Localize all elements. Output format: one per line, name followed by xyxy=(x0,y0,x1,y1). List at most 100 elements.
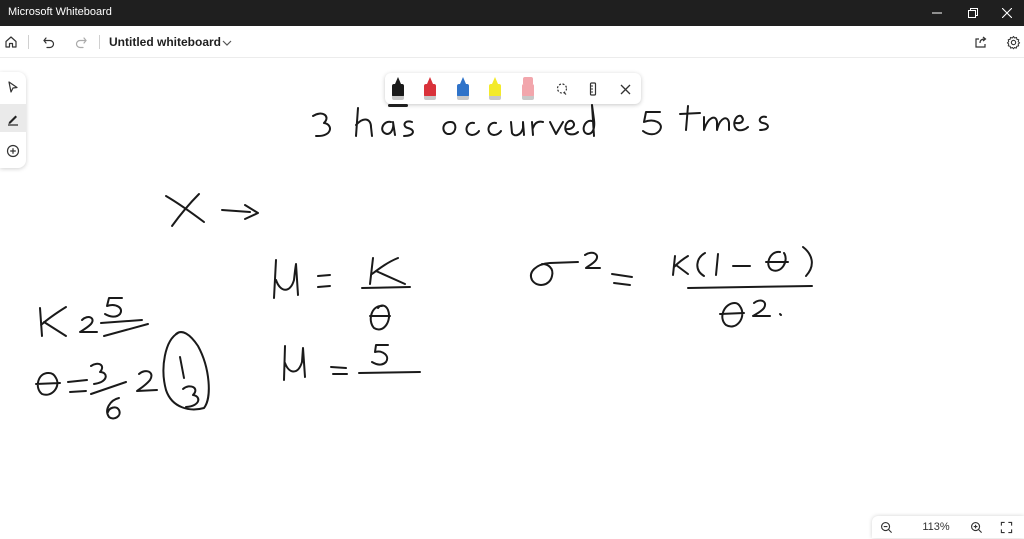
share-button[interactable] xyxy=(969,30,993,54)
minimize-icon xyxy=(932,12,942,14)
zoom-out-button[interactable] xyxy=(874,515,898,539)
red-pen[interactable] xyxy=(423,77,437,103)
ink-stroke xyxy=(90,362,107,385)
zoom-in-button[interactable] xyxy=(964,515,988,539)
window-close-button[interactable] xyxy=(990,0,1024,26)
ink-stroke xyxy=(564,119,579,136)
board-title[interactable]: Untitled whiteboard xyxy=(109,35,221,49)
ink-stroke xyxy=(221,204,259,220)
ink-stroke xyxy=(361,286,411,289)
restore-button[interactable] xyxy=(956,0,990,26)
ink-stroke xyxy=(752,299,771,317)
close-icon xyxy=(620,84,630,94)
ink-stroke xyxy=(104,297,123,318)
ink-stroke xyxy=(779,313,782,316)
pen-tip xyxy=(427,77,433,84)
pen-cap xyxy=(392,96,404,100)
ink-stroke xyxy=(582,104,596,137)
ink-stroke xyxy=(687,285,813,289)
home-button[interactable] xyxy=(0,30,23,54)
minimize-button[interactable] xyxy=(920,0,954,26)
ink-stroke xyxy=(330,366,348,375)
ink-stroke xyxy=(381,120,396,136)
fit-screen-button[interactable] xyxy=(994,515,1018,539)
ink-stroke xyxy=(358,371,421,374)
pen-cap xyxy=(457,96,469,100)
ruler-button[interactable] xyxy=(581,77,605,101)
ink-stroke xyxy=(136,370,158,392)
appbar-divider xyxy=(28,35,29,49)
ink-stroke xyxy=(465,121,480,136)
lasso-button[interactable] xyxy=(550,77,574,101)
pen-cap xyxy=(489,96,501,100)
zoom-in-icon xyxy=(970,521,982,533)
chevron-down-icon[interactable] xyxy=(220,36,234,50)
ink-toolbar xyxy=(385,73,641,107)
pen-tip xyxy=(492,77,498,84)
ink-stroke xyxy=(100,319,149,337)
ink-stroke xyxy=(672,255,689,276)
ink-stroke xyxy=(679,105,701,131)
ink-stroke xyxy=(442,121,457,135)
zoom-controls: 113% xyxy=(872,516,1024,538)
settings-button[interactable] xyxy=(1001,30,1024,54)
ink-stroke xyxy=(182,385,200,408)
ink-stroke xyxy=(510,121,525,137)
ink-stroke xyxy=(758,115,769,131)
yellow-highlighter[interactable] xyxy=(488,77,502,103)
ink-stroke xyxy=(67,379,88,393)
pen-cap xyxy=(522,96,534,100)
ink-stroke xyxy=(765,250,789,272)
undo-icon xyxy=(43,37,55,49)
pen-tip xyxy=(395,77,401,84)
gear-icon xyxy=(1006,35,1020,49)
window-titlebar: Microsoft Whiteboard xyxy=(0,0,1024,26)
ink-stroke xyxy=(719,302,745,328)
ink-stroke xyxy=(171,193,200,227)
ink-stroke xyxy=(355,107,373,137)
ink-stroke xyxy=(39,306,67,337)
ink-stroke xyxy=(312,112,331,138)
ink-stroke xyxy=(696,252,706,277)
ink-stroke xyxy=(369,304,391,331)
zoom-level[interactable]: 113% xyxy=(916,521,956,533)
ink-stroke xyxy=(531,120,544,136)
pen-cap xyxy=(424,96,436,100)
ink-stroke xyxy=(611,273,633,286)
ink-stroke xyxy=(371,344,389,366)
ink-stroke xyxy=(715,253,719,276)
ruler-icon xyxy=(589,82,597,96)
ink-stroke xyxy=(584,251,601,269)
eraser[interactable] xyxy=(521,77,535,103)
ink-stroke xyxy=(530,261,579,286)
close-ink-toolbar-button[interactable] xyxy=(613,77,637,101)
ink-stroke xyxy=(317,274,331,288)
ink-stroke xyxy=(802,246,813,277)
share-icon xyxy=(975,36,987,48)
pen-tip xyxy=(460,77,466,84)
ink-stroke xyxy=(79,316,98,333)
ink-stroke xyxy=(642,111,662,136)
ink-stroke xyxy=(273,259,299,299)
redo-icon xyxy=(75,37,87,49)
ink-stroke xyxy=(549,121,564,135)
undo-button[interactable] xyxy=(37,30,61,54)
ink-stroke xyxy=(703,116,730,131)
blue-pen[interactable] xyxy=(456,77,470,103)
redo-button[interactable] xyxy=(69,30,93,54)
black-pen[interactable] xyxy=(388,77,408,107)
home-icon xyxy=(5,36,17,48)
window-title: Microsoft Whiteboard xyxy=(8,6,112,18)
fit-screen-icon xyxy=(1000,521,1012,533)
whiteboard-canvas[interactable] xyxy=(0,58,1024,538)
ink-stroke xyxy=(733,114,749,132)
ink-stroke xyxy=(179,356,185,379)
close-icon xyxy=(1002,8,1012,18)
ink-stroke xyxy=(162,331,210,411)
ink-strokes xyxy=(35,104,813,420)
appbar-divider xyxy=(99,35,100,49)
lasso-icon xyxy=(556,83,568,95)
restore-icon xyxy=(968,8,978,18)
ink-stroke xyxy=(403,120,414,137)
app-bar: Untitled whiteboard xyxy=(0,26,1024,58)
